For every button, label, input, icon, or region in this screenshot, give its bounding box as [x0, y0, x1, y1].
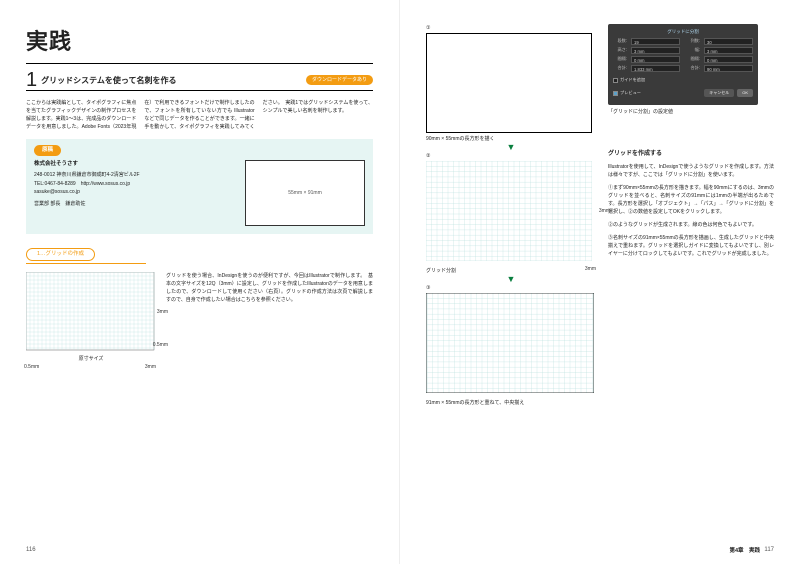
dim-h2: 3mm [157, 308, 168, 316]
dialog-col-cols: 列数: 30 幅: 3 mm 間隔: 0 mm 合計: 90 mm [686, 38, 753, 74]
dlg-input[interactable]: 3 mm [631, 47, 680, 54]
dim-w2: 3mm [145, 363, 156, 371]
rule-thin [26, 90, 373, 91]
card-text: 株式会社そうさす 248-0012 神奈川県鎌倉市御成町4-2清宮ビル2F TE… [34, 160, 235, 226]
dlg-input[interactable]: 30 [704, 38, 753, 45]
hero-title: 実践 [26, 24, 373, 59]
fig3-grid [426, 293, 594, 393]
fig3-cap: 91mm × 55mmの長方形と重ねて、中央揃え [426, 399, 596, 407]
dlg-lbl: 幅: [686, 47, 700, 54]
dlg-lbl: 列数: [686, 38, 700, 45]
dlg-lbl: 合計: [613, 65, 627, 72]
dlg-lbl: 間隔: [686, 56, 700, 63]
dlg-input[interactable]: 0 mm [631, 56, 680, 63]
card-tel: TEL:0467-84-8289 http://www.sosus.co.jp [34, 180, 235, 189]
fig-caption: 原寸サイズ [26, 355, 156, 363]
download-badge: ダウンロードデータあり [306, 75, 373, 85]
fig2-label: ② [426, 152, 596, 160]
dlg-lbl: 高さ: [613, 47, 627, 54]
grid-figure: 原寸サイズ 0.5mm 3mm 3mm 0.5mm [26, 272, 156, 363]
dlg-lbl: 合計: [686, 65, 700, 72]
dialog-caption: 「グリッドに分割」の設定値 [608, 108, 774, 116]
card-size-label: 55mm × 91mm [288, 189, 321, 197]
right-col: グリッドに分割 段数: 19 高さ: 3 mm 間隔: 0 mm 合計: 1.833 m… [608, 24, 774, 407]
dim-w1: 0.5mm [24, 363, 39, 371]
fig2-grid [426, 161, 592, 261]
section-header: 1 グリッドシステムを使って名刺を作る ダウンロードデータあり [26, 70, 373, 90]
card-addr: 248-0012 神奈川県鎌倉市御成町4-2清宮ビル2F [34, 171, 235, 180]
right-p2: ①まず90mm×55mmの長方形を描きます。幅を90mmにするのは、3mmのグリ… [608, 184, 774, 216]
dialog-col-rows: 段数: 19 高さ: 3 mm 間隔: 0 mm 合計: 1.833 mm [613, 38, 680, 74]
source-card: 原稿 株式会社そうさす 248-0012 神奈川県鎌倉市御成町4-2清宮ビル2F… [26, 139, 373, 234]
ok-button[interactable]: OK [737, 89, 753, 97]
dlg-input[interactable]: 1.833 mm [631, 65, 680, 72]
right-text: グリッドを作成する Illustratorを使用して、InDesignで使うよう… [608, 150, 774, 259]
checkbox-on-icon [613, 91, 618, 96]
rule-heavy [26, 63, 373, 64]
dlg-input[interactable]: 19 [631, 38, 680, 45]
grid-split-dialog: グリッドに分割 段数: 19 高さ: 3 mm 間隔: 0 mm 合計: 1.833 m… [608, 24, 758, 105]
lower-row: 原寸サイズ 0.5mm 3mm 3mm 0.5mm グリッドを使う場合、InDe… [26, 272, 373, 363]
arrow-down-icon: ▼ [426, 275, 596, 284]
guide-checkbox[interactable]: ガイドを追加 [613, 77, 753, 84]
lower-text: グリッドを使う場合、InDesignを使うのが便利ですが、今回はIllustra… [166, 272, 373, 363]
right-p1: Illustratorを使用して、InDesignで使うようなグリッドを作成しま… [608, 163, 774, 179]
page-number-right: 117 [764, 546, 774, 556]
section-title: グリッドシステムを使って名刺を作る [41, 75, 176, 90]
checkbox-icon [613, 78, 618, 83]
page-left: 実践 1 グリッドシステムを使って名刺を作る ダウンロードデータあり ここからは… [0, 0, 400, 564]
page-right: ① 90mm × 55mmの長方形を描く ▼ ② 3mm [400, 0, 800, 564]
dim-h1: 0.5mm [153, 341, 168, 349]
page-number-left: 116 [26, 546, 36, 556]
right-h1: グリッドを作成する [608, 150, 774, 160]
dlg-lbl: 間隔: [613, 56, 627, 63]
preview-checkbox[interactable]: プレビュー [613, 90, 641, 97]
dlg-lbl: 段数: [613, 38, 627, 45]
dlg-input[interactable]: 90 mm [704, 65, 753, 72]
section-number: 1 [26, 70, 37, 90]
card-mail: sasuke@sosus.co.jp [34, 188, 235, 197]
dlg-input[interactable]: 3 mm [704, 47, 753, 54]
right-p3: ②のようなグリッドが生成されます。線の色は何色でもよいです。 [608, 221, 774, 229]
card-name: 営業部 部長 鎌倉助佐 [34, 200, 235, 209]
fig2-dim-b: 3mm [585, 265, 596, 275]
cancel-button[interactable]: キャンセル [704, 89, 734, 97]
chapter-mark: 第4章 実践 [729, 547, 760, 556]
card-badge: 原稿 [34, 145, 61, 156]
book-spread: 実践 1 グリッドシステムを使って名刺を作る ダウンロードデータあり ここからは… [0, 0, 800, 564]
subsection-rule [26, 263, 146, 264]
card-company: 株式会社そうさす [34, 160, 235, 169]
fig1-rect [426, 33, 592, 133]
arrow-down-icon: ▼ [426, 143, 596, 152]
business-card-outline: 55mm × 91mm [245, 160, 365, 226]
dlg-input[interactable]: 0 mm [704, 56, 753, 63]
fig2-cap: グリッド分割 [426, 267, 456, 275]
fig1-label: ① [426, 24, 596, 32]
dialog-title: グリッドに分割 [613, 28, 753, 35]
fig3-label: ③ [426, 284, 596, 292]
figure-stack: ① 90mm × 55mmの長方形を描く ▼ ② 3mm [426, 24, 596, 407]
subsection-pill: 1…グリッドの作成 [26, 248, 95, 261]
right-p4: ③名刺サイズの91mm×55mmの長方形を描画し、生成したグリッドと中央揃えで重… [608, 234, 774, 258]
fig2-dim-r: 3mm [599, 207, 610, 215]
intro-text: ここからは実践編として、タイポグラフィに焦点を当てたグラフィックデザインの制作プ… [26, 99, 373, 131]
grid-svg [26, 272, 156, 354]
